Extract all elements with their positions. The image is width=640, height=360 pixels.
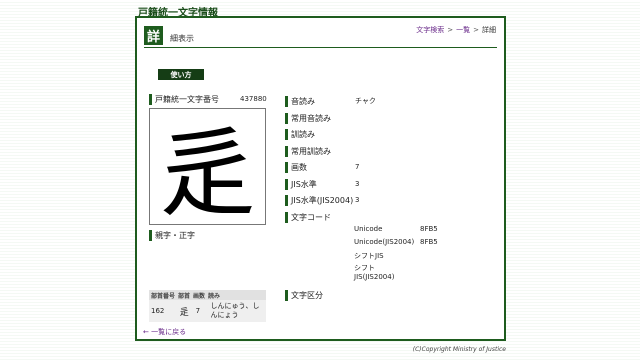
code-name: シフトJIS(JIS2004) [354,264,395,281]
radical-strokes: 7 [195,307,201,315]
usage-button[interactable]: 使い方 [158,69,204,80]
prop-row-jis2004-level: JIS水準(JIS2004) 3 [285,193,500,210]
jis2004-level-value: 3 [355,196,360,204]
prop-row-stroke-count: 画数 7 [285,160,500,177]
unified-char-number-label: 戸籍統一文字番号 [149,94,219,105]
code-value: 8FB5 [420,225,438,233]
char-code-list: Unicode 8FB5 Unicode(JIS2004) 8FB5 シフトJI… [354,225,438,286]
char-class-label: 文字区分 [285,290,323,301]
jis-level-value: 3 [355,179,360,188]
detail-badge: 詳 [144,26,163,45]
prop-row-joyo-kun-reading: 常用訓読み [285,144,500,161]
stroke-count-label: 画数 [285,162,307,173]
breadcrumb-current: 詳細 [482,26,496,34]
prop-row-char-code: 文字コード [285,210,500,227]
property-list: 音読み チャク 常用音読み 訓読み 常用訓読み 画数 7 JIS水準 3 JIS… [285,94,500,301]
table-row: 162 辵 7 しんにゅう、しんにょう [149,300,266,322]
breadcrumb-search-link[interactable]: 文字検索 [416,26,444,34]
breadcrumb-list-link[interactable]: 一覧 [456,26,470,34]
jis2004-level-label: JIS水準(JIS2004) [285,195,353,206]
joyo-on-reading-label: 常用音読み [285,112,331,124]
code-name: Unicode [354,225,383,233]
stroke-count-header: 画数 [193,292,206,300]
radical-table-header: 部首番号 部首 画数 読み [149,290,266,300]
glyph-svg: 辵 [160,118,256,230]
parent-char-label: 親字・正字 [149,230,195,241]
back-to-list-link[interactable]: ← 一覧に戻る [143,327,186,337]
prop-row-joyo-on-reading: 常用音読み [285,111,500,128]
radical-header: 部首 [178,292,191,300]
breadcrumb-separator: > [447,26,454,34]
stroke-count-value: 7 [355,163,360,171]
unified-char-number-value: 437880 [240,95,267,103]
page-title: 細表示 [170,34,194,43]
code-row-shift-jis-jis2004: シフトJIS(JIS2004) [354,264,438,286]
radical-number-header: 部首番号 [151,292,176,300]
copyright: (C)Copyright Ministry of Justice [412,346,506,353]
prop-row-kun-reading: 訓読み [285,127,500,144]
kun-reading-label: 訓読み [285,129,315,140]
detail-panel: 詳 細表示 文字検索 > 一覧 > 詳細 使い方 戸籍統一文字番号 437880 辵 親… [135,16,506,341]
prop-row-jis-level: JIS水準 3 [285,177,500,194]
glyph-char: 辵 [160,118,256,224]
on-reading-value: チャク [355,97,376,105]
prop-row-on-reading: 音読み チャク [285,94,500,111]
on-reading-label: 音読み [285,96,315,107]
joyo-kun-reading-label: 常用訓読み [285,145,331,157]
breadcrumb-separator: > [473,26,479,34]
jis-level-label: JIS水準 [285,178,317,190]
glyph-image: 辵 [149,108,266,230]
code-value: 8FB5 [420,238,438,246]
code-row-shift-jis: シフトJIS [354,251,438,264]
code-row-unicode: Unicode 8FB5 [354,225,438,238]
radical-char: 辵 [179,307,189,318]
breadcrumb: 文字検索 > 一覧 > 詳細 [416,25,496,35]
heading-divider [144,47,497,48]
code-name: シフトJIS [354,252,384,260]
code-row-unicode-jis2004: Unicode(JIS2004) 8FB5 [354,238,438,251]
reading-header: 読み [208,292,221,300]
radical-reading: しんにゅう、しんにょう [210,302,260,319]
char-code-label: 文字コード [285,211,331,223]
code-name: Unicode(JIS2004) [354,238,415,246]
radical-table: 部首番号 部首 画数 読み 162 辵 7 しんにゅう、しんにょう [149,290,266,322]
radical-number: 162 [151,307,165,315]
